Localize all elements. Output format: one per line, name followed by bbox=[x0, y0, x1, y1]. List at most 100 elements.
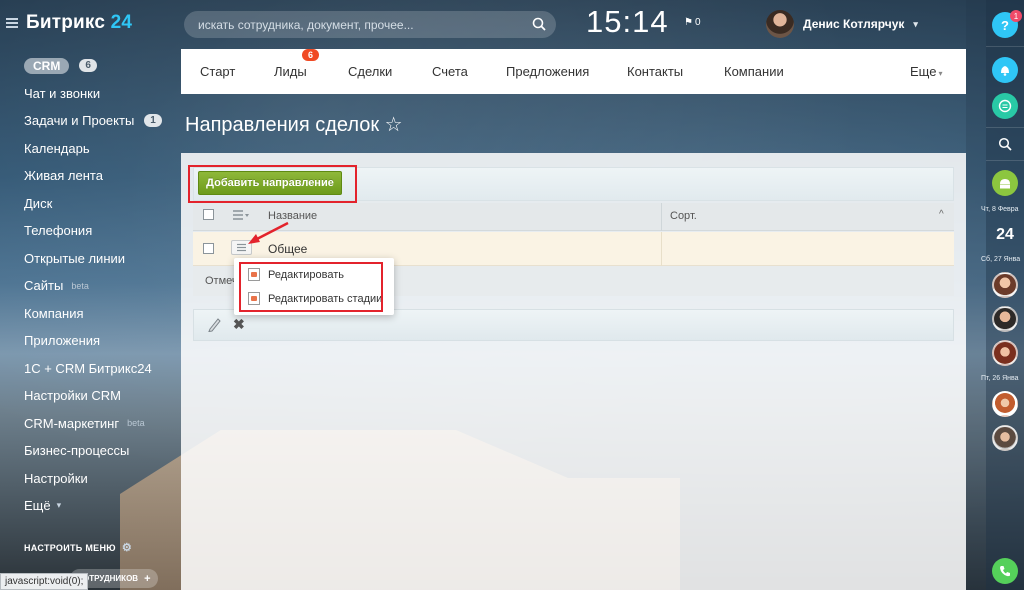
left-sidebar: Битрикс 24 CRM 6 Чат и звонки Задачи и П… bbox=[0, 0, 180, 590]
pencil-icon[interactable] bbox=[207, 316, 221, 332]
sidebar-item-label: Диск bbox=[24, 195, 53, 211]
sidebar-menu: CRM 6 Чат и звонки Задачи и Проекты 1 Ка… bbox=[14, 52, 180, 520]
user-menu[interactable]: Денис Котлярчук ▾ bbox=[766, 10, 918, 38]
annotation-arrow bbox=[248, 221, 289, 244]
contact-avatar[interactable] bbox=[992, 425, 1018, 451]
tab-start[interactable]: Старт bbox=[200, 64, 274, 79]
search-icon[interactable] bbox=[998, 137, 1012, 151]
search-icon[interactable] bbox=[532, 17, 546, 31]
logo[interactable]: Битрикс 24 bbox=[26, 12, 132, 34]
chat-icon[interactable] bbox=[992, 93, 1018, 119]
row-checkbox[interactable] bbox=[203, 243, 214, 254]
selected-count-label: Отмеч bbox=[205, 275, 238, 287]
chevron-down-icon: ▾ bbox=[938, 69, 943, 78]
page-title: Направления сделок ☆ bbox=[185, 114, 403, 136]
sidebar-item-label: Ещё bbox=[24, 498, 51, 514]
b24-logo-icon[interactable]: 24 bbox=[992, 222, 1018, 248]
sidebar-item-label: Настройки bbox=[24, 470, 88, 486]
tab-label: Старт bbox=[200, 64, 236, 79]
sidebar-item-label: Живая лента bbox=[24, 168, 103, 184]
sidebar-item-crm-settings[interactable]: Настройки CRM bbox=[14, 382, 180, 410]
select-all-checkbox[interactable] bbox=[203, 209, 214, 220]
gear-icon: ⚙ bbox=[121, 542, 133, 554]
sidebar-item-more[interactable]: Ещё ▾ bbox=[14, 492, 180, 520]
column-header-sort[interactable]: Сорт. bbox=[670, 210, 697, 222]
counter-badge: 1 bbox=[144, 114, 162, 128]
highlight-box bbox=[188, 165, 357, 203]
flag-count: 0 bbox=[694, 17, 701, 28]
sidebar-item-1c[interactable]: 1С + CRM Битрикс24 bbox=[14, 355, 180, 383]
flag-counter[interactable]: ⚑ 0 bbox=[684, 17, 701, 28]
contact-avatar[interactable] bbox=[992, 306, 1018, 332]
chat-shape bbox=[998, 99, 1012, 113]
contact-avatar[interactable] bbox=[992, 272, 1018, 298]
sidebar-item-label: CRM bbox=[24, 57, 70, 74]
right-edge-shade bbox=[966, 0, 986, 590]
sidebar-item-settings[interactable]: Настройки bbox=[14, 465, 180, 493]
sidebar-item-bizproc[interactable]: Бизнес-процессы bbox=[14, 437, 180, 465]
rail-divider bbox=[986, 127, 1024, 128]
clock[interactable]: 15:14 bbox=[586, 4, 669, 40]
sidebar-item-apps[interactable]: Приложения bbox=[14, 327, 180, 355]
tab-label: Лиды bbox=[274, 64, 307, 79]
delete-icon[interactable]: ✖ bbox=[233, 316, 245, 333]
sort-arrow-icon[interactable]: ^ bbox=[939, 209, 944, 220]
avatar bbox=[766, 10, 794, 38]
sidebar-item-crm-marketing[interactable]: CRM-маркетинг beta bbox=[14, 410, 180, 438]
tab-companies[interactable]: Компании bbox=[724, 64, 910, 79]
sidebar-item-label: Компания bbox=[24, 305, 84, 321]
phone-icon[interactable] bbox=[992, 558, 1018, 584]
tab-quotes[interactable]: Предложения bbox=[506, 64, 627, 79]
contact-avatar[interactable] bbox=[992, 340, 1018, 366]
browser-status-bar: javascript:void(0); bbox=[0, 573, 89, 590]
user-name: Денис Котлярчук bbox=[803, 17, 905, 31]
chevron-down-icon: ▾ bbox=[56, 500, 62, 511]
sidebar-item-crm[interactable]: CRM 6 bbox=[14, 52, 180, 80]
plus-icon: + bbox=[144, 572, 151, 585]
column-settings-icon[interactable] bbox=[233, 210, 249, 220]
sidebar-item-sites[interactable]: Сайты beta bbox=[14, 272, 180, 300]
logo-row: Битрикс 24 bbox=[6, 12, 132, 34]
phone-shape bbox=[1000, 566, 1010, 577]
search-input[interactable] bbox=[184, 11, 556, 38]
sidebar-item-calendar[interactable]: Календарь bbox=[14, 135, 180, 163]
sidebar-item-tasks[interactable]: Задачи и Проекты 1 bbox=[14, 107, 180, 135]
contact-avatar[interactable] bbox=[992, 391, 1018, 417]
sidebar-item-chat[interactable]: Чат и звонки bbox=[14, 80, 180, 108]
sidebar-item-open-lines[interactable]: Открытые линии bbox=[14, 245, 180, 273]
bell-icon[interactable] bbox=[992, 57, 1018, 83]
column-divider bbox=[661, 203, 662, 231]
tab-deals[interactable]: Сделки bbox=[348, 64, 432, 79]
android-shape bbox=[1000, 179, 1010, 189]
sidebar-item-label: Бизнес-процессы bbox=[24, 443, 130, 459]
logo-number: 24 bbox=[110, 12, 133, 33]
sidebar-item-disk[interactable]: Диск bbox=[14, 190, 180, 218]
date-label: Сб, 27 Янва bbox=[981, 256, 1021, 263]
configure-menu-button[interactable]: НАСТРОИТЬ МЕНЮ ⚙ bbox=[24, 541, 132, 554]
beta-label: beta bbox=[71, 280, 89, 291]
sidebar-item-telephony[interactable]: Телефония bbox=[14, 217, 180, 245]
tab-label: Компании bbox=[724, 64, 784, 79]
counter-badge: 6 bbox=[79, 59, 97, 73]
rail-divider bbox=[986, 46, 1024, 47]
tab-contacts[interactable]: Контакты bbox=[627, 64, 724, 79]
sidebar-item-label: Настройки CRM bbox=[24, 388, 121, 404]
sidebar-item-label: Приложения bbox=[24, 333, 101, 349]
date-label: Чт, 8 Февра bbox=[981, 206, 1019, 213]
sidebar-item-label: Сайты bbox=[24, 278, 64, 294]
highlight-box bbox=[239, 262, 383, 312]
tab-leads[interactable]: Лиды 6 bbox=[274, 49, 348, 79]
menu-burger-icon[interactable] bbox=[6, 18, 18, 28]
android-icon[interactable] bbox=[992, 170, 1018, 196]
sidebar-item-label: Календарь bbox=[24, 140, 90, 156]
tab-invoices[interactable]: Счета bbox=[432, 64, 506, 79]
sidebar-item-label: 1С + CRM Битрикс24 bbox=[24, 360, 152, 376]
column-divider bbox=[661, 232, 662, 266]
tab-label: Контакты bbox=[627, 64, 684, 79]
sidebar-item-company[interactable]: Компания bbox=[14, 300, 180, 328]
rail-divider bbox=[986, 160, 1024, 161]
sidebar-item-feed[interactable]: Живая лента bbox=[14, 162, 180, 190]
bell-shape bbox=[1001, 66, 1009, 76]
tab-more[interactable]: Еще ▾ bbox=[910, 64, 942, 79]
beta-label: beta bbox=[127, 418, 145, 429]
